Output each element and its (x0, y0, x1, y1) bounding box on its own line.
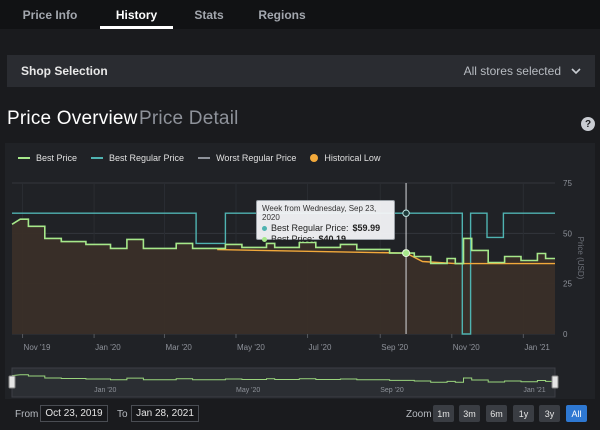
x-tick-label: Jan '20 (95, 343, 121, 352)
y-axis-title: Price (USD) (576, 237, 585, 280)
crosshair-marker-regular (402, 209, 410, 217)
navigator-tick-label: Sep '20 (380, 387, 404, 394)
zoom-1m-button[interactable]: 1m (433, 405, 454, 422)
tooltip-row-regular: Best Regular Price: $59.99 (262, 223, 389, 233)
x-tick-label: May '20 (237, 343, 265, 352)
tooltip-row-best: Best Price: $40.19 (262, 234, 389, 244)
navigator-handle-left (8, 375, 16, 389)
zoom-3y-button[interactable]: 3y (539, 405, 560, 422)
crosshair-marker-best (402, 249, 411, 258)
zoom-3m-button[interactable]: 3m (459, 405, 480, 422)
x-tick-label: Jan '21 (524, 343, 550, 352)
zoom-6m-button[interactable]: 6m (486, 405, 507, 422)
y-tick-label: 50 (563, 229, 572, 238)
navigator-tick-label: May '20 (236, 387, 260, 394)
zoom-label: Zoom (406, 409, 432, 420)
x-tick-label: Jul '20 (309, 343, 332, 352)
tooltip-regular-value: $59.99 (352, 223, 381, 233)
y-tick-label: 75 (563, 179, 572, 188)
tooltip-best-value: $40.19 (318, 234, 347, 244)
x-tick-label: Nov '19 (24, 343, 51, 352)
to-date-input[interactable]: Jan 28, 2021 (131, 405, 199, 422)
tooltip-header: Week from Wednesday, Sep 23, 2020 (262, 204, 377, 222)
tooltip-best-label: Best Price: (271, 234, 315, 244)
navigator-tick-label: Jan '21 (523, 387, 545, 394)
y-tick-label: 25 (563, 280, 572, 289)
chart-tooltip: Week from Wednesday, Sep 23, 2020 Best R… (256, 200, 395, 244)
to-label: To (117, 409, 128, 420)
x-tick-label: Nov '20 (453, 343, 480, 352)
zoom-all-button[interactable]: All (566, 405, 587, 422)
x-tick-label: Sep '20 (381, 343, 408, 352)
y-tick-label: 0 (563, 330, 568, 339)
from-label: From (15, 409, 39, 420)
navigator-handle-right (551, 375, 559, 389)
x-tick-label: Mar '20 (165, 343, 192, 352)
navigator-tick-label: Jan '20 (94, 387, 116, 394)
tooltip-regular-label: Best Regular Price: (271, 223, 349, 233)
tooltip-dot (262, 236, 267, 242)
tooltip-dot (262, 225, 267, 231)
zoom-1y-button[interactable]: 1y (513, 405, 534, 422)
from-date-input[interactable]: Oct 23, 2019 (40, 405, 108, 422)
